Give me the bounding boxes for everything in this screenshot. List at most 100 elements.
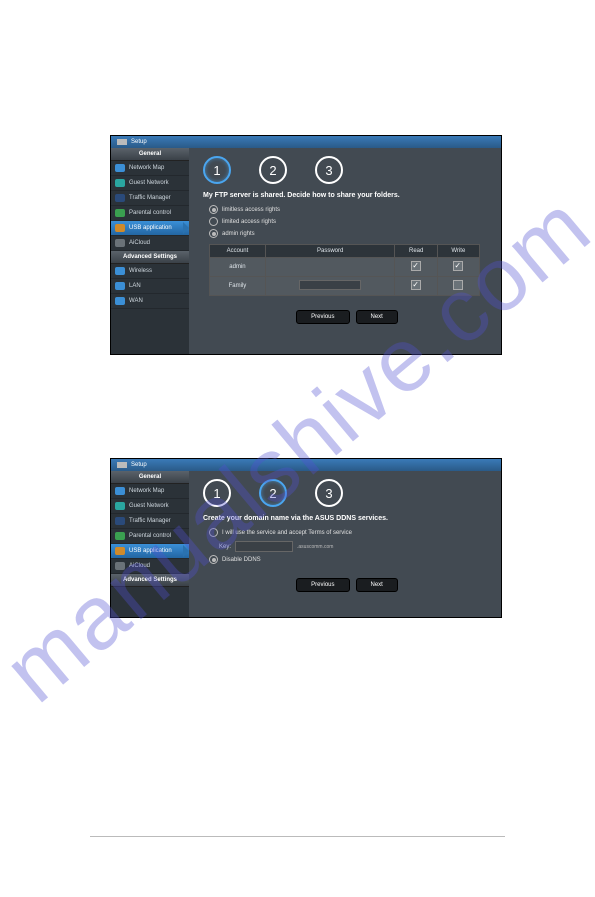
setup-label: Setup [131,462,147,468]
cell-read [395,277,438,296]
key-label: Key: [219,544,231,550]
sidebar-item-label: Guest Network [129,503,169,509]
sidebar-item-usb-application[interactable]: USB application [111,544,189,559]
sidebar-item-label: USB application [129,548,172,554]
sidebar: General Network Map Guest Network Traffi… [111,471,189,617]
parental-control-icon [115,532,125,540]
option-label: I will use the service and accept Terms … [222,530,352,536]
option-limitless[interactable]: limitless access rights [209,205,491,214]
previous-button[interactable]: Previous [296,578,349,592]
footer-divider [90,836,505,837]
step-3[interactable]: 3 [315,156,343,184]
sidebar-item-lan[interactable]: LAN [111,279,189,294]
sidebar-header-general: General [111,471,189,484]
flag-icon [117,139,127,145]
sidebar-item-label: Wireless [129,268,152,274]
sidebar-item-network-map[interactable]: Network Map [111,484,189,499]
aicloud-icon [115,562,125,570]
next-button[interactable]: Next [356,310,398,324]
sidebar-item-wireless[interactable]: Wireless [111,264,189,279]
sidebar-item-traffic-manager[interactable]: Traffic Manager [111,191,189,206]
sidebar-header-advanced: Advanced Settings [111,251,189,264]
top-bar: Setup [111,136,501,148]
sidebar-item-parental-control[interactable]: Parental control [111,529,189,544]
flag-icon [117,462,127,468]
option-limited[interactable]: limited access rights [209,217,491,226]
sidebar-item-label: Traffic Manager [129,195,171,201]
wan-icon [115,297,125,305]
traffic-manager-icon [115,194,125,202]
cell-read [395,258,438,277]
sidebar-item-label: WAN [129,298,143,304]
cell-password [265,277,394,296]
instruction-text: My FTP server is shared. Decide how to s… [203,192,491,199]
table-row: admin [210,258,480,277]
guest-network-icon [115,179,125,187]
main-panel: 1 2 3 My FTP server is shared. Decide ho… [189,148,501,354]
sidebar-item-label: LAN [129,283,141,289]
sidebar-header-advanced: Advanced Settings [111,574,189,587]
domain-key-input[interactable] [235,541,293,552]
checkbox-read[interactable] [411,280,421,290]
radio-icon [209,205,218,214]
sidebar-item-label: Network Map [129,488,164,494]
step-2[interactable]: 2 [259,156,287,184]
sidebar-item-guest-network[interactable]: Guest Network [111,499,189,514]
step-indicator: 1 2 3 [203,479,491,507]
sidebar-item-guest-network[interactable]: Guest Network [111,176,189,191]
cell-account: admin [210,258,266,277]
cell-account: Family [210,277,266,296]
radio-icon [209,229,218,238]
step-2[interactable]: 2 [259,479,287,507]
button-row: Previous Next [203,578,491,592]
option-label: limited access rights [222,219,276,225]
option-disable-ddns[interactable]: Disable DDNS [209,555,491,564]
sidebar-item-aicloud[interactable]: AiCloud [111,559,189,574]
previous-button[interactable]: Previous [296,310,349,324]
sidebar-item-label: AiCloud [129,563,150,569]
setup-label: Setup [131,139,147,145]
domain-suffix: .asuscomm.com [297,544,333,550]
sidebar-item-parental-control[interactable]: Parental control [111,206,189,221]
next-button[interactable]: Next [356,578,398,592]
radio-icon [209,555,218,564]
checkbox-write[interactable] [453,280,463,290]
step-1[interactable]: 1 [203,156,231,184]
option-label: limitless access rights [222,207,280,213]
network-map-icon [115,487,125,495]
sidebar-item-label: Network Map [129,165,164,171]
top-bar: Setup [111,459,501,471]
checkbox-write[interactable] [453,261,463,271]
th-password: Password [265,245,394,258]
table-header-row: Account Password Read Write [210,245,480,258]
checkbox-read[interactable] [411,261,421,271]
aicloud-icon [115,239,125,247]
table-row: Family [210,277,480,296]
sidebar-item-wan[interactable]: WAN [111,294,189,309]
instruction-text: Create your domain name via the ASUS DDN… [203,515,491,522]
lan-icon [115,282,125,290]
option-admin[interactable]: admin rights [209,229,491,238]
parental-control-icon [115,209,125,217]
password-input[interactable] [299,280,361,290]
sidebar-item-label: Guest Network [129,180,169,186]
step-1[interactable]: 1 [203,479,231,507]
sidebar-item-aicloud[interactable]: AiCloud [111,236,189,251]
sidebar-header-general: General [111,148,189,161]
document-page: manualshive.com Setup General Network Ma… [0,0,595,897]
sidebar-item-traffic-manager[interactable]: Traffic Manager [111,514,189,529]
th-read: Read [395,245,438,258]
step-3[interactable]: 3 [315,479,343,507]
sidebar-item-usb-application[interactable]: USB application [111,221,189,236]
traffic-manager-icon [115,517,125,525]
network-map-icon [115,164,125,172]
sidebar-item-network-map[interactable]: Network Map [111,161,189,176]
sidebar-item-label: USB application [129,225,172,231]
button-row: Previous Next [203,310,491,324]
cell-write [437,277,479,296]
cell-write [437,258,479,277]
usb-application-icon [115,224,125,232]
th-write: Write [437,245,479,258]
option-accept-terms[interactable]: I will use the service and accept Terms … [209,528,491,537]
domain-key-row: Key: .asuscomm.com [219,541,491,552]
